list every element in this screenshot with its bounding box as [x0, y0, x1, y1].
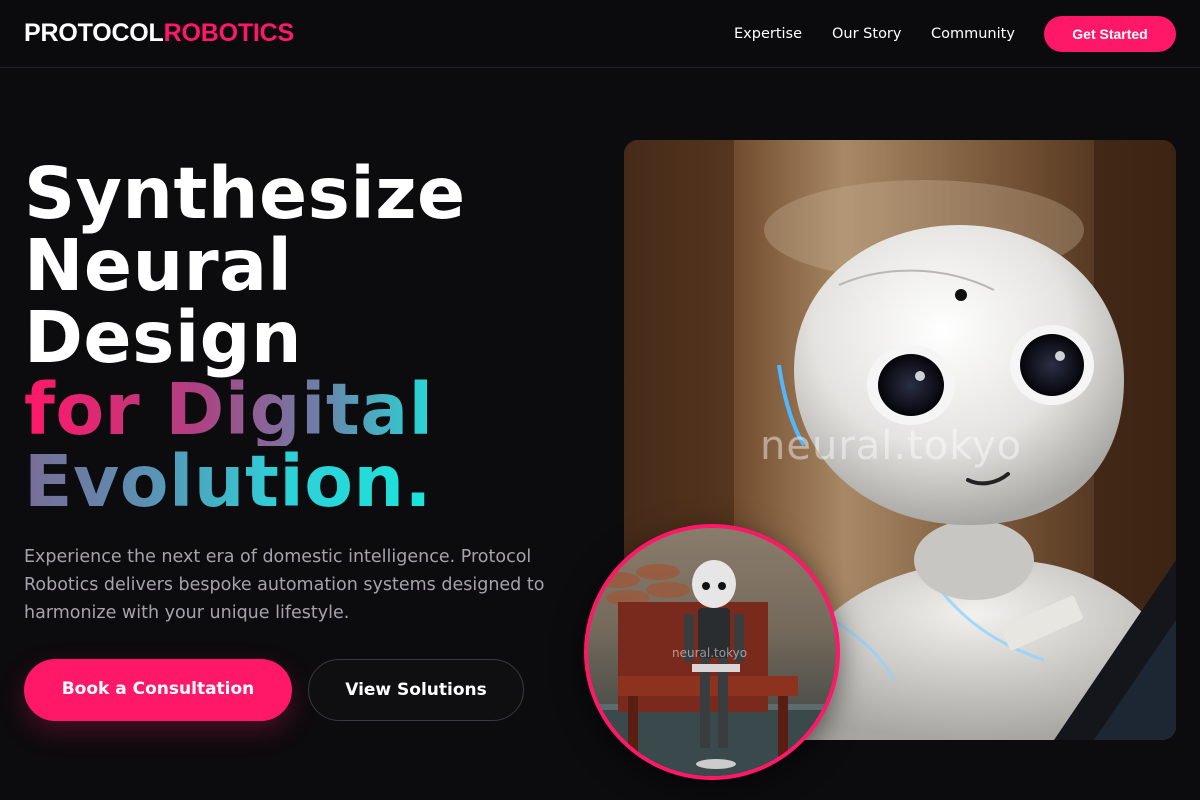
headline-accent-line-2: Evolution. [24, 446, 584, 518]
headline-line-2: Neural [24, 224, 293, 307]
brand-name-part2: ROBOTICS [163, 19, 295, 47]
nav-item-community[interactable]: Community [931, 24, 1015, 44]
image-watermark: neural.tokyo [760, 423, 1023, 469]
robot-circle-image: neural.tokyo [584, 524, 840, 780]
nav-item-our-story[interactable]: Our Story [832, 24, 901, 44]
nav-item-expertise[interactable]: Expertise [734, 24, 802, 44]
get-started-button[interactable]: Get Started [1044, 16, 1176, 52]
headline-line-1: Synthesize [24, 152, 466, 235]
headline-line-3: Design [24, 296, 303, 379]
brand-name-part1: PROTOCOL [24, 19, 164, 47]
book-consultation-button[interactable]: Book a Consultation [24, 659, 292, 721]
brand-logo[interactable]: PROTOCOLROBOTICS [24, 18, 294, 48]
headline-accent-line-1: for Digital [24, 374, 584, 446]
hero-subtitle: Experience the next era of domestic inte… [24, 547, 545, 623]
circle-image-watermark: neural.tokyo [672, 646, 748, 660]
site-header: PROTOCOLROBOTICS Expertise Our Story Com… [0, 0, 1200, 68]
view-solutions-button[interactable]: View Solutions [308, 659, 524, 721]
hero-headline: Synthesize Neural Design for Digital Evo… [24, 158, 584, 518]
